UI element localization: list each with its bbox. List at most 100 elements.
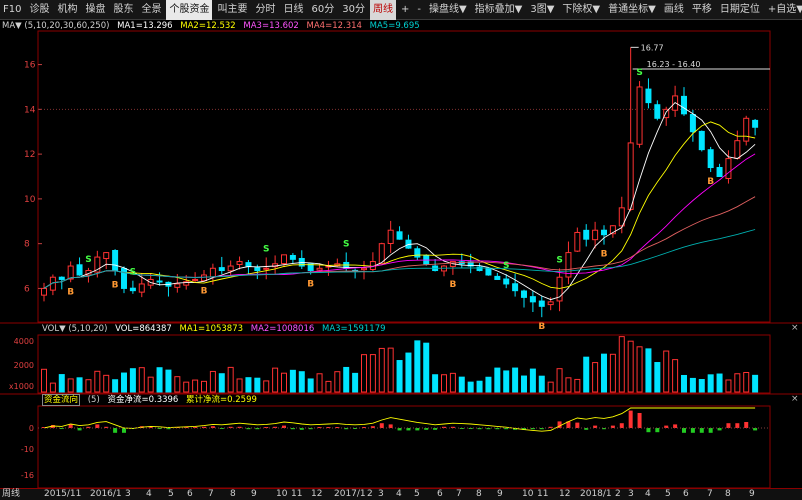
date-tick-label: 4 (146, 489, 152, 499)
volume-bar (103, 374, 110, 393)
flow-bar (699, 428, 704, 433)
candle-body (218, 267, 225, 272)
flow-bar (655, 428, 660, 433)
flow-bar (682, 428, 686, 433)
flow-panel-close-button[interactable]: × (791, 394, 799, 404)
candle-body (192, 278, 199, 282)
candle-body (361, 267, 367, 271)
volume-bar (378, 347, 385, 393)
volume-bar (565, 377, 572, 393)
volume-bar (289, 369, 296, 393)
flow-axis-label: -16 (21, 471, 34, 480)
volume-bar (698, 379, 705, 393)
candle-body (494, 275, 501, 280)
ma-line (43, 102, 756, 301)
candle-body (698, 130, 705, 151)
volume-axis-label: x1000 (9, 382, 34, 391)
date-tick-label: 2018/1 (580, 489, 612, 499)
volume-bar (627, 340, 634, 393)
flow-net-value: 资金净流=0.3396 (107, 395, 179, 405)
flow-bar (575, 422, 580, 428)
date-tick-label: 3 (378, 489, 384, 499)
volume-bar (521, 375, 527, 393)
volume-bar (592, 362, 599, 393)
buy-signal-label: B (601, 250, 608, 260)
volume-bar (725, 379, 732, 393)
candle-body (129, 287, 136, 292)
candle-body (138, 283, 145, 293)
flow-bar (308, 428, 313, 430)
price-axis-label: 16 (24, 61, 36, 71)
range-annotation-label: 16.23 - 16.40 (647, 60, 701, 69)
candle-body (263, 267, 270, 270)
volume-bar (645, 348, 652, 393)
flow-bar (290, 428, 295, 430)
flow-bar (424, 428, 429, 430)
date-tick-label: 6 (683, 489, 689, 499)
flow-bar (664, 425, 669, 428)
volume-bar (583, 356, 590, 393)
candle-body (681, 95, 687, 115)
stock-chart[interactable]: 16 14 12 10 8 6 16.77 16.23 - 16.40 S S S S S S S B B B B B… (0, 0, 802, 500)
date-tick-label: 2 (367, 489, 373, 499)
volume-bar (183, 381, 190, 393)
price-axis-label: 8 (24, 240, 30, 250)
volume-bar (414, 340, 421, 393)
date-tick-label: 12 (559, 489, 571, 499)
flow-bar (646, 428, 651, 433)
vol-value: VOL=864387 (115, 324, 172, 334)
volume-bar (574, 378, 581, 393)
flow-bar (530, 428, 535, 430)
candle-body (387, 229, 394, 244)
date-tick-label: 8 (230, 489, 236, 499)
volume-bar (218, 373, 225, 393)
candle-body (574, 231, 581, 252)
volume-bar (707, 374, 714, 393)
flow-bar (113, 428, 118, 433)
date-tick-label: 9 (497, 489, 503, 499)
volume-bar (201, 380, 207, 393)
volume-bar (441, 374, 447, 393)
volume-bar (121, 372, 127, 393)
volume-bar (316, 373, 323, 393)
volume-bar (387, 347, 394, 393)
volume-bar (112, 379, 119, 393)
volume-bar (503, 370, 510, 393)
date-tick-label: 2 (615, 489, 621, 499)
candle-body (201, 274, 207, 282)
buy-signal-label: B (67, 287, 74, 297)
flow-bar (299, 428, 304, 430)
date-axis: 周线 2015/11 2016/1 3 4 5 6 7 8 9 10 11 12 2017/1 2 3 4 5 6 7… (0, 488, 802, 500)
buy-signal-label: B (201, 287, 208, 297)
vol-indicator-name[interactable]: VOL▼ (5,10,20) (42, 324, 107, 334)
vol-ma1-value: MA1=1053873 (179, 324, 244, 334)
volume-bar (174, 376, 181, 393)
date-tick-label: 7 (456, 489, 462, 499)
flow-indicator-name[interactable]: 资金流向 (42, 394, 81, 406)
flow-bar (539, 428, 544, 430)
flow-indicator-legend: 资金流向 (5) 资金净流=0.3396 累计净流=0.2599 (42, 394, 262, 406)
candle-body (654, 104, 661, 119)
volume-bar (556, 368, 563, 393)
volume-bar (165, 369, 172, 393)
volume-bar (672, 359, 679, 393)
volume-bar (423, 342, 430, 393)
volume-bar (245, 377, 252, 393)
date-tick-label: 5 (168, 489, 174, 499)
candle-body (601, 229, 607, 236)
volume-bar (334, 371, 341, 393)
candle-body (725, 158, 732, 179)
volume-bar (192, 379, 199, 393)
flow-bar (690, 428, 695, 433)
candle-body (547, 301, 554, 306)
candle-body (521, 290, 527, 298)
date-tick-label: 3 (628, 489, 634, 499)
date-tick-label: 11 (537, 489, 549, 499)
volume-bar (147, 376, 154, 393)
volume-panel-close-button[interactable]: × (791, 323, 799, 333)
volume-bar (609, 353, 616, 393)
volume-bar (681, 374, 687, 393)
candle-body (281, 254, 287, 265)
volume-bar (76, 377, 83, 393)
volume-bar (529, 368, 536, 393)
